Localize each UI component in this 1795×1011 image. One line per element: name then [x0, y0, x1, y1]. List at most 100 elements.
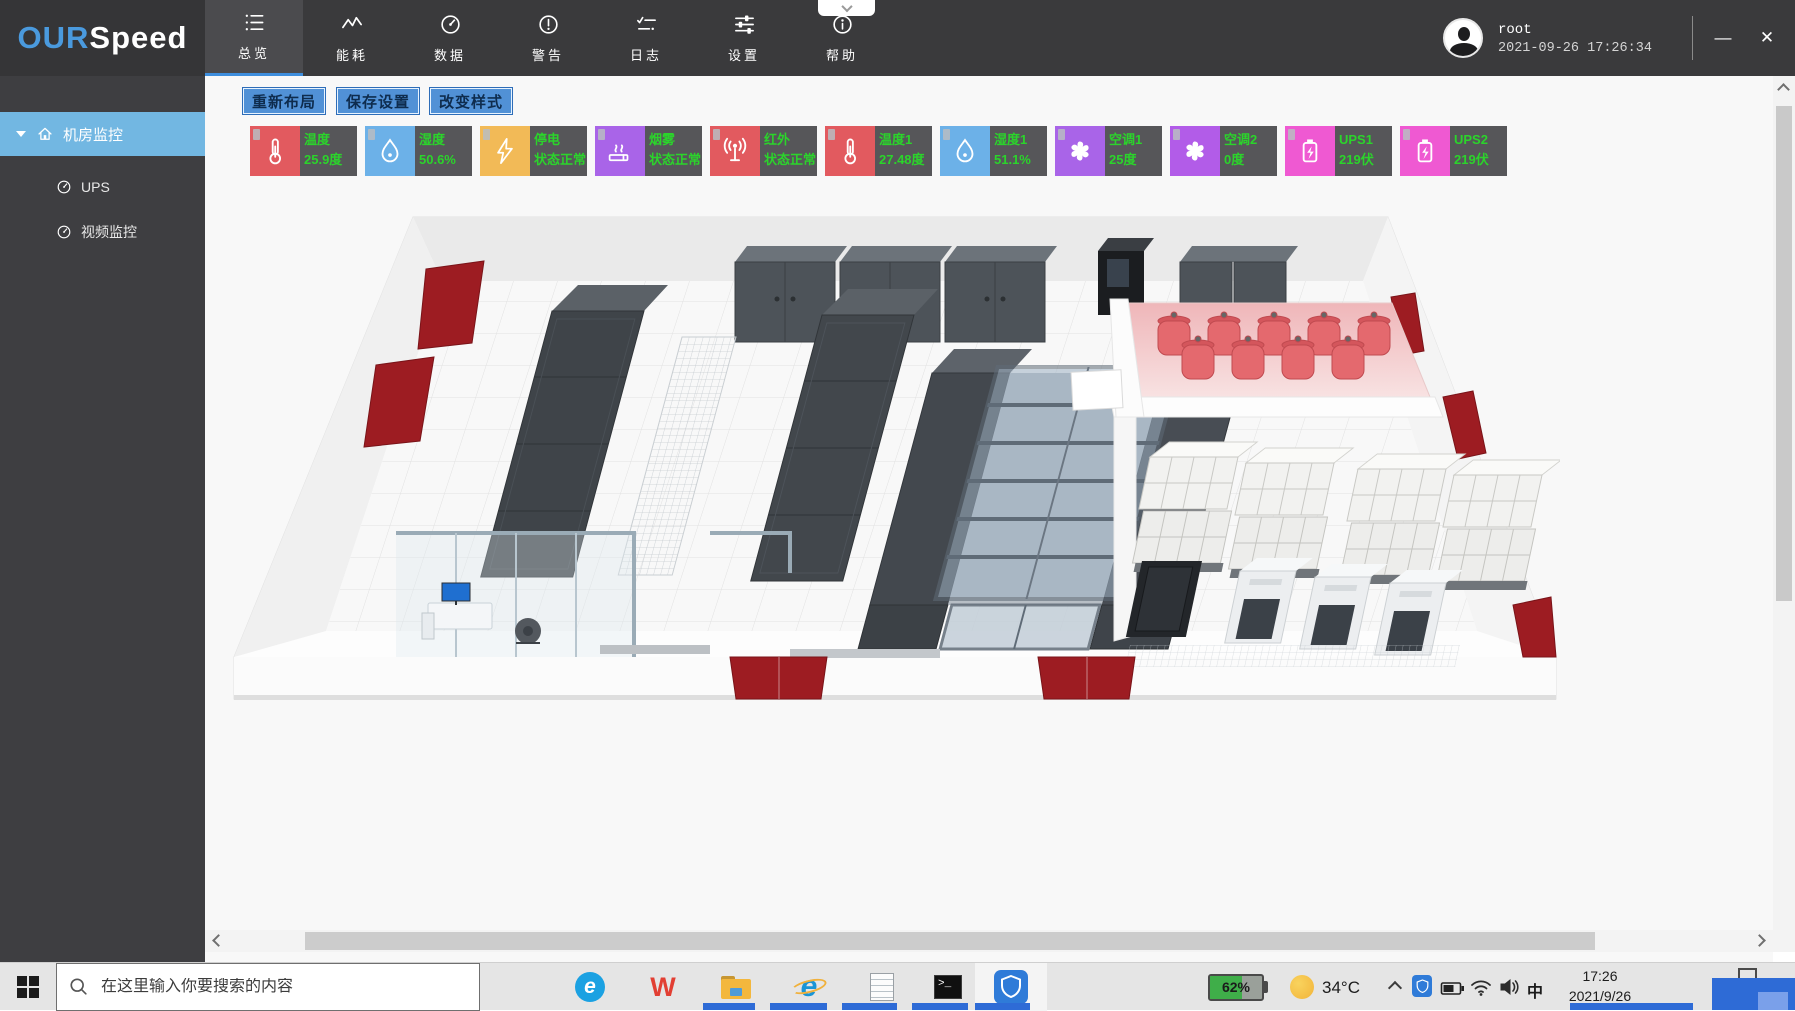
sensor-value: 51.1% [994, 150, 1044, 170]
corner-popup-window[interactable] [1712, 978, 1795, 1010]
tab-settings[interactable]: 设置 [695, 0, 793, 76]
sensor-badge-humidity1[interactable]: 湿度1 51.1% [940, 126, 1047, 176]
sensor-value: 状态正常 [534, 150, 584, 170]
sensor-badge-infrared[interactable]: 红外 状态正常 [710, 126, 817, 176]
scroll-right-icon[interactable] [1753, 934, 1766, 947]
weather-sun-icon[interactable] [1290, 975, 1314, 999]
sensor-badge-power-outage[interactable]: 停电 状态正常 [480, 126, 587, 176]
tab-label: 帮助 [826, 45, 858, 64]
sidebar-item-label: 视频监控 [81, 222, 137, 242]
bolt-icon [480, 126, 530, 176]
taskbar-app-edge[interactable]: e [554, 963, 626, 1011]
clock-time: 17:26 [1548, 966, 1652, 986]
terminal-icon: >_ [934, 975, 962, 999]
vertical-scroll-thumb[interactable] [1776, 106, 1792, 601]
edge-icon: e [575, 972, 605, 1002]
room-3d-render [230, 205, 1560, 825]
battery-icon [1400, 126, 1450, 176]
tab-label: 设置 [728, 45, 760, 64]
scroll-up-icon[interactable] [1777, 83, 1790, 96]
sensor-badge-temperature1[interactable]: 温度1 27.48度 [825, 126, 932, 176]
volume-icon[interactable] [1499, 977, 1519, 997]
taskbar-app-wps[interactable]: W [627, 963, 699, 1011]
sensor-badge-ups1[interactable]: UPS1 219伏 [1285, 126, 1392, 176]
search-icon [69, 977, 89, 997]
sidebar-item-video-monitor[interactable]: 视频监控 [0, 215, 205, 249]
list-icon [243, 11, 266, 34]
weather-temperature[interactable]: 34°C [1322, 978, 1360, 998]
app-logo: OURSpeed [0, 0, 205, 76]
battery-percent-badge[interactable]: 62% [1208, 974, 1264, 1001]
sensor-value: 27.48度 [879, 150, 929, 170]
vertical-scrollbar[interactable] [1773, 76, 1795, 952]
fan-icon [1055, 126, 1105, 176]
avatar[interactable] [1443, 18, 1483, 58]
tab-logs[interactable]: 日志 [597, 0, 695, 76]
sensor-badge-ac2[interactable]: 空调2 0度 [1170, 126, 1277, 176]
sidebar-group-label: 机房监控 [63, 124, 123, 145]
tray-battery-icon[interactable] [1440, 979, 1465, 998]
wps-icon: W [650, 972, 675, 1003]
tray-shield-icon[interactable] [1412, 975, 1432, 997]
tray-chevron-up-icon[interactable] [1388, 981, 1402, 995]
tab-overview[interactable]: 总览 [205, 0, 303, 76]
tab-data[interactable]: 数据 [401, 0, 499, 76]
tab-alerts[interactable]: 警告 [499, 0, 597, 76]
sensor-name: 湿度 [419, 130, 469, 150]
shield-icon [994, 970, 1028, 1004]
sensor-value: 0度 [1224, 150, 1274, 170]
sensor-name: 红外 [764, 130, 814, 150]
gauge-icon [56, 224, 72, 240]
search-input[interactable] [101, 978, 467, 996]
sensor-badge-row: 温度 25.9度 湿度 50.6% 停电 状态正常 烟雾 状态正常 [250, 126, 1507, 176]
battery-icon [1285, 126, 1335, 176]
sensor-badge-ups2[interactable]: UPS2 219伏 [1400, 126, 1507, 176]
fan-icon [1170, 126, 1220, 176]
tab-label: 总览 [238, 43, 270, 62]
notepad-icon [870, 973, 894, 1001]
sensor-name: UPS2 [1454, 130, 1504, 150]
save-settings-button[interactable]: 保存设置 [337, 88, 419, 114]
change-style-button[interactable]: 改变样式 [430, 88, 512, 114]
sensor-badge-smoke[interactable]: 烟雾 状态正常 [595, 126, 702, 176]
thermometer-icon [825, 126, 875, 176]
sensor-value: 25.9度 [304, 150, 354, 170]
running-indicator [842, 1003, 897, 1010]
sensor-value: 状态正常 [649, 150, 699, 170]
home-icon [36, 125, 54, 143]
sidebar-item-ups[interactable]: UPS [0, 170, 205, 204]
wifi-icon[interactable] [1470, 977, 1492, 997]
scroll-left-icon[interactable] [212, 934, 225, 947]
horizontal-scroll-thumb[interactable] [305, 932, 1595, 950]
sensor-badge-humidity[interactable]: 湿度 50.6% [365, 126, 472, 176]
sensor-name: 温度1 [879, 130, 929, 150]
sensor-name: 停电 [534, 130, 584, 150]
collapse-handle[interactable] [818, 0, 875, 16]
start-button[interactable] [0, 963, 56, 1011]
sidebar-item-room-monitor[interactable]: 机房监控 [0, 112, 205, 156]
ime-indicator[interactable]: 中 [1527, 978, 1543, 1002]
minimize-button[interactable]: — [1703, 20, 1743, 56]
relayout-button[interactable]: 重新布局 [243, 88, 325, 114]
gauge-icon [56, 179, 72, 195]
sensor-name: 温度 [304, 130, 354, 150]
sidebar: 机房监控 UPS 视频监控 [0, 76, 205, 962]
infrared-icon [710, 126, 760, 176]
caret-down-icon [16, 131, 26, 137]
sensor-name: 空调1 [1109, 130, 1159, 150]
tab-energy[interactable]: 能耗 [303, 0, 401, 76]
taskbar: e W e >_ 62% 34°C 中 17:26 2021/9/26 [0, 962, 1795, 1010]
sensor-value: 219伏 [1454, 150, 1504, 170]
taskbar-search[interactable] [56, 963, 480, 1011]
taskbar-clock[interactable]: 17:26 2021/9/26 [1548, 966, 1652, 1006]
sensor-badge-temperature[interactable]: 温度 25.9度 [250, 126, 357, 176]
droplet-icon [940, 126, 990, 176]
running-indicator [770, 1003, 827, 1010]
running-indicator [703, 1003, 755, 1010]
tab-label: 日志 [630, 45, 662, 64]
close-button[interactable]: ✕ [1747, 20, 1787, 56]
sensor-value: 50.6% [419, 150, 469, 170]
running-indicator [975, 1003, 1030, 1010]
sensor-badge-ac1[interactable]: 空调1 25度 [1055, 126, 1162, 176]
horizontal-scrollbar[interactable] [205, 930, 1773, 952]
